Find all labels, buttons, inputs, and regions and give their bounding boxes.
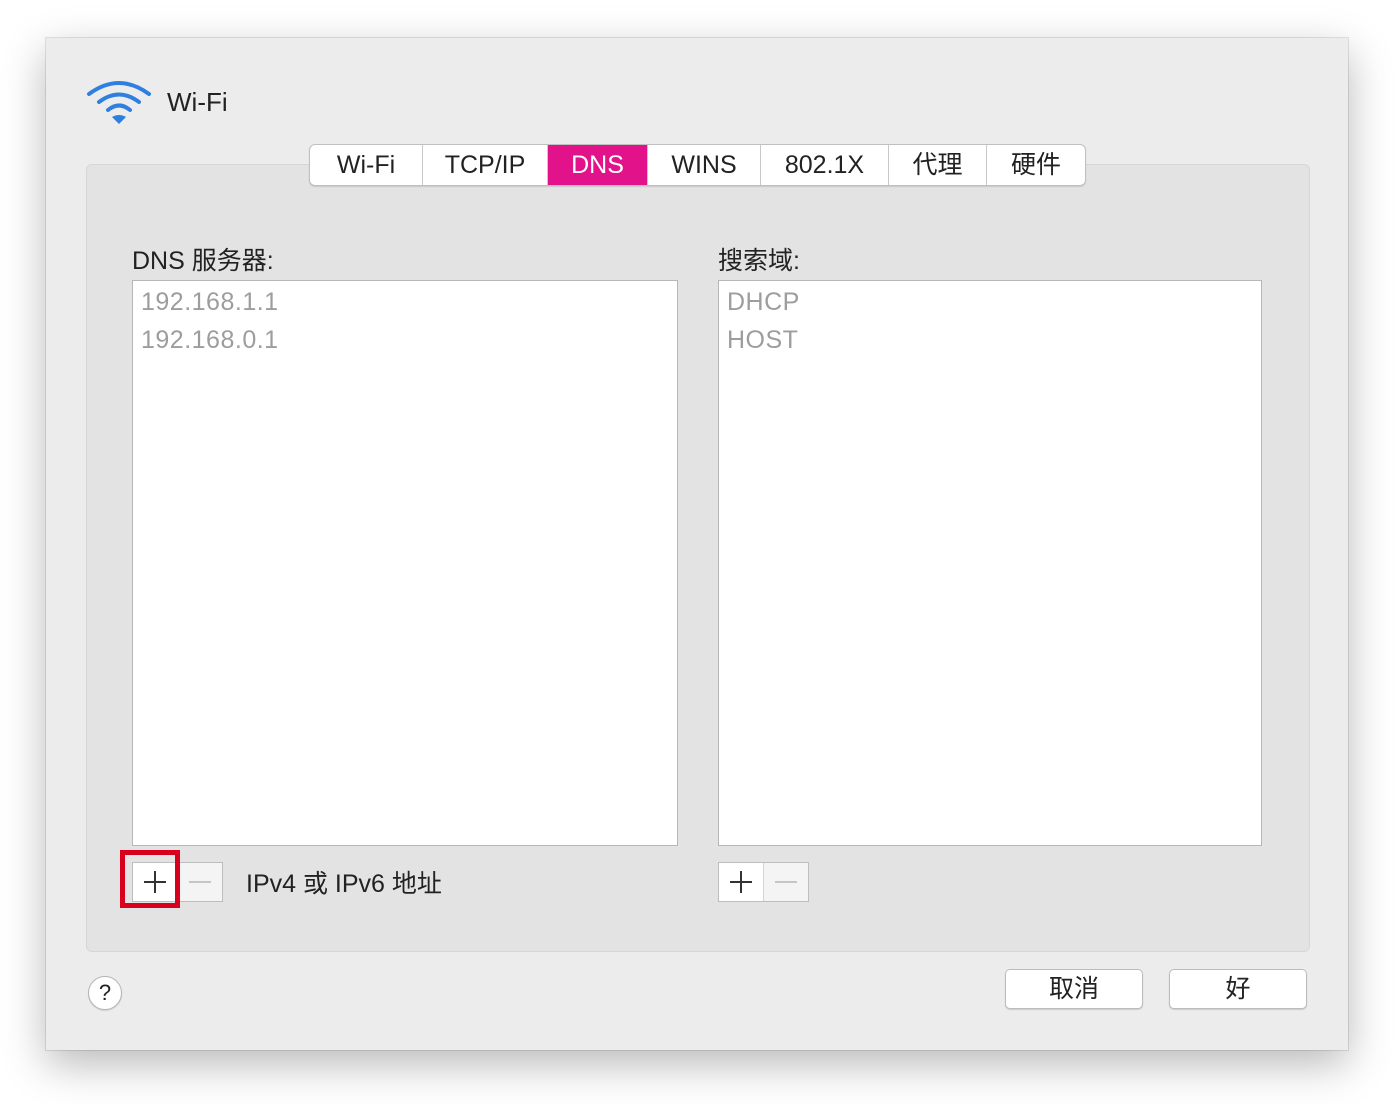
search-domains-list[interactable]: DHCP HOST <box>718 280 1262 846</box>
tab-tcpip[interactable]: TCP/IP <box>423 145 548 185</box>
tab-wins[interactable]: WINS <box>648 145 761 185</box>
help-button[interactable]: ? <box>88 976 122 1010</box>
dns-hint-text: IPv4 或 IPv6 地址 <box>246 870 442 898</box>
list-item[interactable]: DHCP <box>719 283 1261 321</box>
list-item[interactable]: 192.168.0.1 <box>133 321 677 359</box>
list-item[interactable]: 192.168.1.1 <box>133 283 677 321</box>
network-dialog: Wi-Fi Wi-Fi TCP/IP DNS WINS 802.1X 代理 硬件… <box>46 38 1348 1050</box>
add-search-domain-button[interactable] <box>719 863 763 901</box>
dns-servers-list[interactable]: 192.168.1.1 192.168.0.1 <box>132 280 678 846</box>
cancel-button[interactable]: 取消 <box>1005 969 1143 1009</box>
list-item[interactable]: HOST <box>719 321 1261 359</box>
search-domains-label: 搜索域: <box>718 247 800 275</box>
minus-icon <box>189 881 211 883</box>
remove-search-domain-button[interactable] <box>763 863 808 901</box>
ok-button[interactable]: 好 <box>1169 969 1307 1009</box>
tab-8021x[interactable]: 802.1X <box>761 145 889 185</box>
tab-bar: Wi-Fi TCP/IP DNS WINS 802.1X 代理 硬件 <box>309 144 1086 186</box>
highlight-box <box>120 850 180 908</box>
search-add-remove-buttons <box>718 862 809 902</box>
window-title: Wi-Fi <box>167 87 228 117</box>
dns-servers-label: DNS 服务器: <box>132 247 274 275</box>
plus-icon <box>730 871 752 893</box>
tab-dns[interactable]: DNS <box>548 145 648 185</box>
minus-icon <box>775 881 797 883</box>
wifi-icon <box>87 81 151 124</box>
tab-wifi[interactable]: Wi-Fi <box>310 145 423 185</box>
tab-proxy[interactable]: 代理 <box>889 145 987 185</box>
remove-dns-server-button[interactable] <box>177 863 222 901</box>
tab-hardware[interactable]: 硬件 <box>987 145 1085 185</box>
